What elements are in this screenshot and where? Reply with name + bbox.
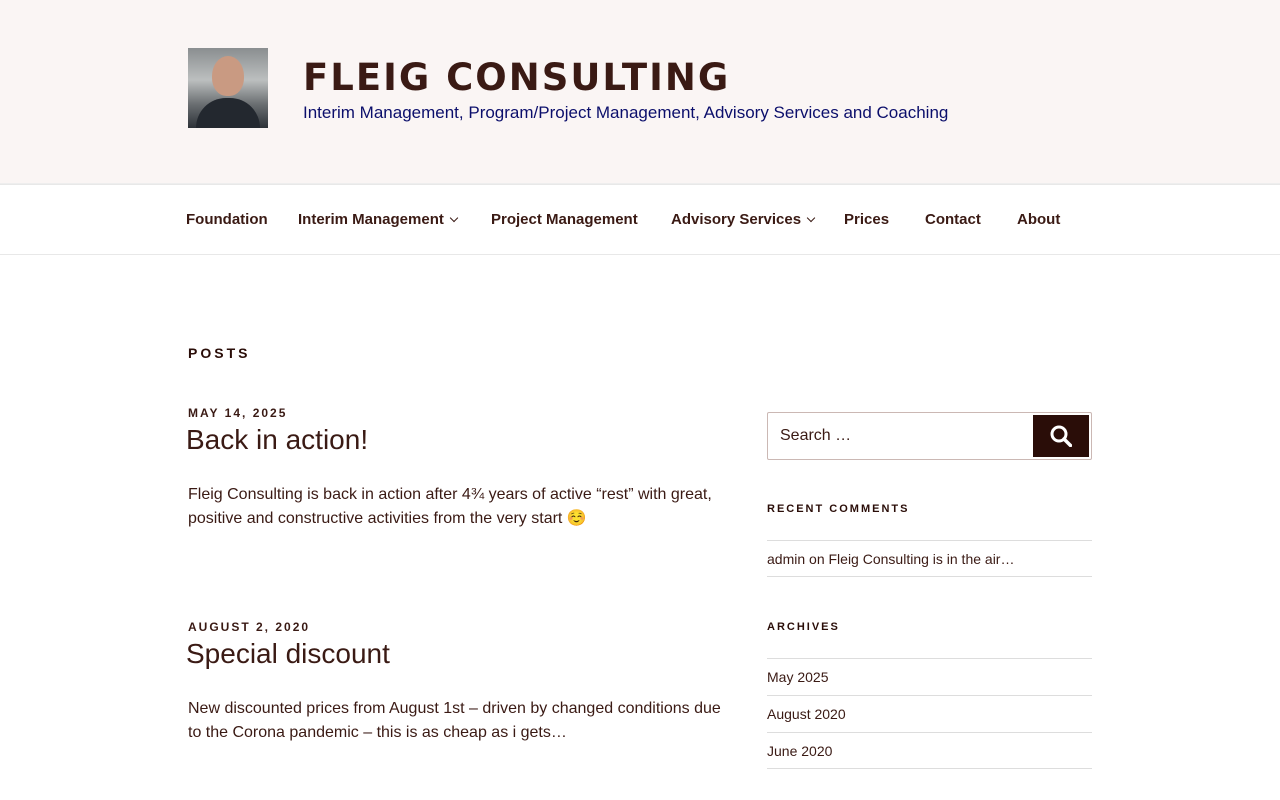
- site-logo-avatar[interactable]: [188, 48, 268, 128]
- nav-item-about[interactable]: About: [1017, 211, 1060, 228]
- avatar-body: [196, 98, 260, 128]
- post-excerpt: Fleig Consulting is back in action after…: [188, 486, 712, 527]
- nav-label: About: [1017, 211, 1061, 228]
- nav-item-project-management[interactable]: Project Management: [491, 211, 638, 228]
- archives-title: ARCHIVES: [767, 621, 840, 633]
- post-date[interactable]: AUGUST 2, 2020: [188, 620, 310, 634]
- nav-label: Contact: [925, 211, 981, 228]
- nav-label: Foundation: [186, 211, 268, 228]
- nav-label: Advisory Services: [671, 211, 802, 228]
- nav-item-prices[interactable]: Prices: [844, 211, 889, 228]
- post-title[interactable]: Special discount: [186, 638, 390, 670]
- chevron-down-icon: [806, 213, 816, 223]
- nav-label: Prices: [844, 211, 890, 228]
- archive-link[interactable]: June 2020: [767, 743, 832, 759]
- archive-item: June 2020: [767, 732, 1092, 769]
- nav-item-foundation[interactable]: Foundation: [186, 211, 268, 228]
- post-date[interactable]: MAY 14, 2025: [188, 406, 287, 420]
- nav-item-advisory-services[interactable]: Advisory Services: [671, 211, 816, 228]
- search-form: [767, 412, 1092, 460]
- archive-item: August 2020: [767, 695, 1092, 732]
- recent-comments-title: RECENT COMMENTS: [767, 503, 910, 515]
- search-icon: [1050, 425, 1072, 447]
- nav-label: Interim Management: [298, 211, 444, 228]
- avatar-head: [212, 56, 244, 96]
- archive-item: May 2025: [767, 658, 1092, 695]
- post-title[interactable]: Back in action!: [186, 424, 368, 456]
- chevron-down-icon: [449, 213, 459, 223]
- site-title[interactable]: FLEIG CONSULTING: [303, 56, 730, 99]
- nav-label: Project Management: [491, 211, 638, 228]
- nav-item-interim-management[interactable]: Interim Management: [298, 211, 459, 228]
- site-header: FLEIG CONSULTING Interim Management, Pro…: [0, 0, 1280, 184]
- archive-link[interactable]: May 2025: [767, 669, 828, 685]
- search-input[interactable]: [768, 413, 1030, 459]
- main-navigation: Foundation Interim Management Project Ma…: [0, 184, 1280, 255]
- search-button[interactable]: [1033, 415, 1089, 457]
- page-title: POSTS: [188, 345, 251, 361]
- recent-comment-item: admin on Fleig Consulting is in the air…: [767, 540, 1092, 577]
- post-excerpt: New discounted prices from August 1st – …: [188, 700, 721, 741]
- comment-post-link[interactable]: Fleig Consulting is in the air…: [829, 551, 1015, 567]
- nav-item-contact[interactable]: Contact: [925, 211, 981, 228]
- site-tagline: Interim Management, Program/Project Mana…: [303, 103, 949, 122]
- archive-link[interactable]: August 2020: [767, 706, 846, 722]
- comment-connector: on: [809, 551, 825, 567]
- comment-author[interactable]: admin: [767, 551, 805, 567]
